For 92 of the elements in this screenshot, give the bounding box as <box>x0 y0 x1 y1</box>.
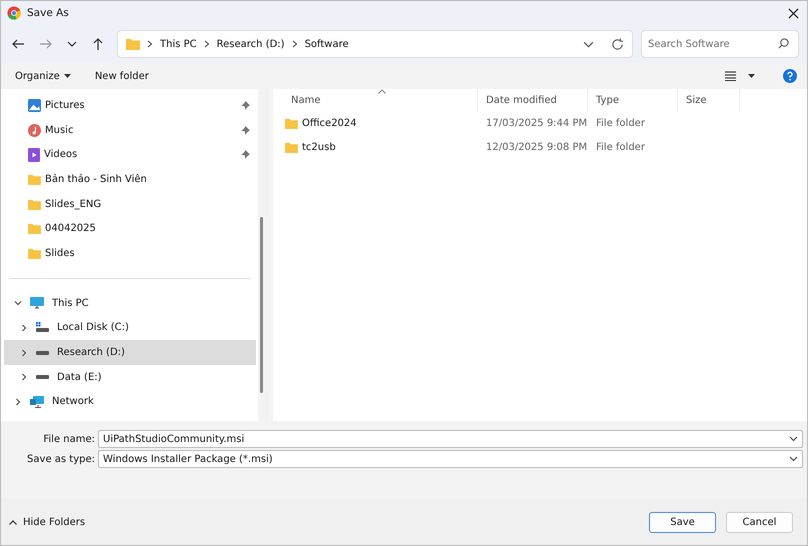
file-type: File folder <box>595 142 646 153</box>
file-type-dropdown[interactable]: Windows Installer Package (*.msi) <box>98 450 803 468</box>
file-row[interactable]: tc2usb 12/03/2025 9:08 PM File folder <box>273 136 807 159</box>
tree-item[interactable]: Research (D:) <box>4 340 256 365</box>
field-label: File name: <box>42 434 96 444</box>
search-icon <box>778 38 789 49</box>
caret-icon <box>64 74 71 78</box>
tree-label: This PC <box>52 298 89 309</box>
chevron-icon[interactable] <box>20 324 28 332</box>
sort-caret-icon <box>378 89 386 94</box>
folder-icon <box>285 142 298 153</box>
chevron-icon[interactable] <box>20 348 28 357</box>
up-arrow-icon[interactable] <box>91 37 105 51</box>
refresh-icon[interactable] <box>611 38 624 50</box>
tree-item[interactable]: Data (E:) <box>4 364 256 390</box>
chevron-right-icon <box>292 40 298 48</box>
folder-icon <box>28 248 41 259</box>
chevron-right-icon <box>204 40 210 48</box>
list-view-icon[interactable] <box>725 71 736 81</box>
save-button[interactable]: Save <box>649 512 716 532</box>
drive-icon <box>36 322 49 334</box>
sidebar-label: 04042025 <box>45 223 96 234</box>
tree-label: Network <box>52 396 94 408</box>
sidebar-label: Slides_ENG <box>45 198 102 210</box>
file-row[interactable]: Office2024 17/03/2025 9:44 PM File folder <box>273 112 807 135</box>
chevron-down-icon[interactable] <box>67 39 77 49</box>
sidebar-label: Music <box>45 124 74 136</box>
browser-logo-icon <box>7 6 21 20</box>
caret-icon[interactable] <box>748 74 755 78</box>
file-type: File folder <box>595 118 646 129</box>
new-folder-button[interactable]: New folder <box>94 70 149 82</box>
chevron-icon[interactable] <box>20 373 28 382</box>
sidebar-label: Bản thảo - Sinh Viên <box>45 174 147 185</box>
pin-icon <box>241 126 250 135</box>
sidebar-item[interactable]: Music <box>1 118 252 142</box>
folder-icon <box>126 38 140 50</box>
back-arrow-icon[interactable] <box>11 37 25 51</box>
date-modified: 17/03/2025 9:44 PM <box>485 118 588 129</box>
monitor-icon <box>30 297 44 310</box>
file-name: Office2024 <box>302 118 357 129</box>
tree-label: Local Disk (C:) <box>57 322 129 334</box>
tree-item[interactable]: Network <box>4 390 256 414</box>
drive-icon <box>36 350 49 355</box>
chevron-icon[interactable] <box>14 299 22 308</box>
folder-icon <box>28 174 41 185</box>
hide-folders-button[interactable]: Hide Folders <box>9 516 86 528</box>
folder-icon <box>28 223 41 234</box>
column-header[interactable]: Type <box>588 89 678 111</box>
caret-up-icon <box>9 520 17 524</box>
cancel-button[interactable]: Cancel <box>726 512 793 532</box>
pin-icon <box>241 150 250 160</box>
tree-label: Research (D:) <box>57 347 125 358</box>
tree-item[interactable]: Local Disk (C:) <box>4 316 256 340</box>
column-header[interactable]: Name <box>273 89 478 111</box>
window-title: Save As <box>27 7 69 19</box>
breadcrumb-item[interactable]: Software <box>304 38 349 50</box>
breadcrumb-item[interactable]: This PC <box>160 38 197 50</box>
sidebar-item[interactable]: Slides_ENG <box>1 192 252 216</box>
folder-icon <box>285 118 298 129</box>
sidebar-label: Videos <box>44 149 78 160</box>
sidebar-item[interactable]: Videos <box>1 142 252 168</box>
file-name: tc2usb <box>302 142 336 153</box>
folder-icon <box>28 198 41 210</box>
column-header[interactable]: Size <box>678 89 740 111</box>
column-header[interactable]: Date modified <box>478 89 588 111</box>
video-icon <box>28 148 40 162</box>
breadcrumb-item[interactable]: Research (D:) <box>216 38 285 50</box>
picture-icon <box>28 98 41 112</box>
sidebar-item[interactable]: Slides <box>1 241 252 266</box>
chevron-icon[interactable] <box>14 398 22 406</box>
organize-menu[interactable]: Organize <box>15 70 60 82</box>
address-bar[interactable]: This PC Research (D:) Software <box>117 30 633 58</box>
chevron-down-icon[interactable] <box>789 456 798 462</box>
pin-icon <box>241 100 250 110</box>
chevron-down-icon[interactable] <box>789 436 798 442</box>
tree-label: Data (E:) <box>57 372 102 383</box>
close-icon[interactable] <box>788 8 799 18</box>
search-field[interactable]: Search Software <box>641 30 799 58</box>
sidebar-item[interactable]: Pictures <box>1 93 252 118</box>
sidebar-label: Slides <box>45 248 75 259</box>
network-icon <box>30 396 44 408</box>
tree-item[interactable]: This PC <box>4 290 256 316</box>
sidebar-item[interactable]: Bản thảo - Sinh Viên <box>1 167 252 192</box>
help-icon[interactable] <box>783 69 797 83</box>
music-note-icon <box>28 124 41 137</box>
field-label: Save as type: <box>26 454 96 464</box>
file-name-field[interactable]: UiPathStudioCommunity.msi <box>98 430 803 448</box>
sidebar-item[interactable]: 04042025 <box>1 216 252 242</box>
date-modified: 12/03/2025 9:08 PM <box>485 142 588 153</box>
sidebar-label: Pictures <box>45 100 85 111</box>
drive-icon <box>36 375 49 380</box>
chevron-right-icon <box>147 40 153 48</box>
